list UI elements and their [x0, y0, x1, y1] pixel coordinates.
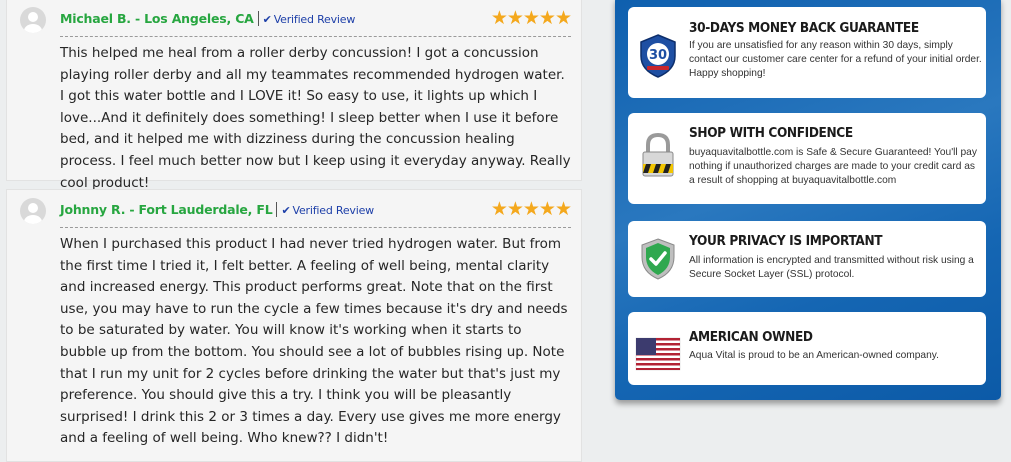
us-flag-icon [635, 337, 681, 371]
verified-badge: ✔ Verified Review [262, 13, 356, 26]
checkmark-icon: ✔ [262, 13, 272, 26]
guarantee-title: YOUR PRIVACY IS IMPORTANT [689, 233, 883, 249]
guarantee-panel: 30 30-DAYS MONEY BACK GUARANTEE If you a… [615, 0, 1001, 400]
padlock-icon [642, 132, 674, 177]
checkmark-icon: ✔ [281, 204, 291, 217]
verified-label: Verified Review [273, 13, 356, 26]
review-author-line: Michael B. - Los Angeles, CA ✔ Verified Re… [60, 11, 355, 26]
review-text: When I purchased this product I had neve… [60, 236, 568, 447]
review-author: Michael B. - Los Angeles, CA [60, 11, 254, 26]
guarantee-title: 30-DAYS MONEY BACK GUARANTEE [689, 20, 919, 36]
avatar [20, 7, 46, 33]
guarantee-card-money-back: 30 30-DAYS MONEY BACK GUARANTEE If you a… [628, 7, 986, 98]
review-header: Johnny R. - Fort Lauderdale, FL ✔ Verified… [7, 190, 581, 228]
guarantee-card-shop-confidence: SHOP WITH CONFIDENCE buyaquavitalbottle.… [628, 113, 986, 204]
guarantee-title: SHOP WITH CONFIDENCE [689, 125, 853, 141]
guarantee-title: AMERICAN OWNED [689, 329, 813, 345]
review-header: Michael B. - Los Angeles, CA ✔ Verified Re… [7, 0, 581, 37]
30-day-badge-icon: 30 [640, 34, 676, 78]
review-text: This helped me heal from a roller derby … [60, 45, 571, 191]
badge-number: 30 [649, 48, 667, 63]
guarantee-card-american-owned: AMERICAN OWNED Aqua Vital is proud to be… [628, 312, 986, 385]
guarantee-card-privacy: YOUR PRIVACY IS IMPORTANT All informatio… [628, 221, 986, 297]
divider [257, 11, 259, 26]
verified-badge: ✔ Verified Review [281, 204, 375, 217]
avatar [20, 198, 46, 224]
guarantee-text: Aqua Vital is proud to be an American-ow… [689, 350, 939, 361]
verified-label: Verified Review [292, 204, 375, 217]
guarantee-text: If you are unsatisfied for any reason wi… [689, 40, 982, 79]
guarantee-text: All information is encrypted and transmi… [689, 255, 974, 280]
star-rating: ★★★★★ [490, 199, 572, 220]
review-author-line: Johnny R. - Fort Lauderdale, FL ✔ Verified… [60, 202, 374, 217]
review-author: Johnny R. - Fort Lauderdale, FL [60, 202, 273, 217]
divider [276, 202, 278, 217]
star-rating: ★★★★★ [490, 8, 572, 29]
dashed-divider [60, 36, 571, 37]
dashed-divider [60, 227, 571, 228]
review-card: Johnny R. - Fort Lauderdale, FL ✔ Verified… [6, 189, 582, 462]
review-card: Michael B. - Los Angeles, CA ✔ Verified Re… [6, 0, 582, 191]
guarantee-text: buyaquavitalbottle.com is Safe & Secure … [689, 147, 977, 186]
shield-check-icon [641, 238, 675, 280]
